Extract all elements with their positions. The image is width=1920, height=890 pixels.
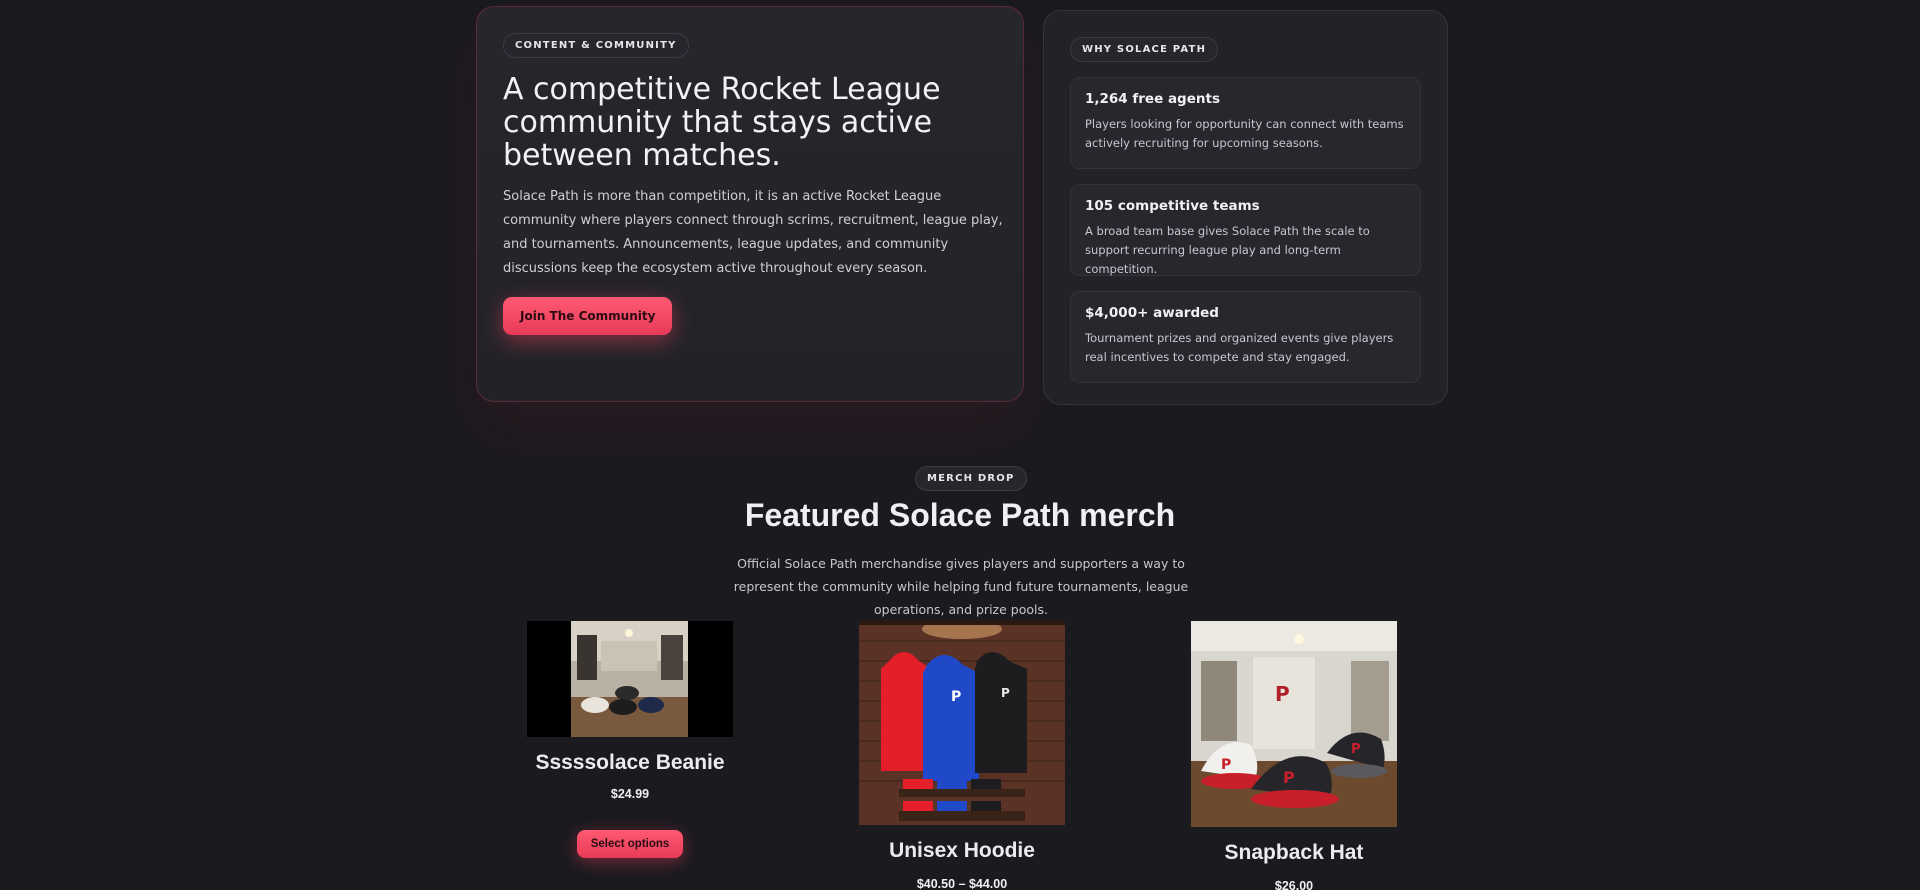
svg-text:P: P: [951, 689, 961, 705]
stat-title: $4,000+ awarded: [1085, 305, 1219, 321]
stat-awarded: $4,000+ awarded Tournament prizes and or…: [1070, 291, 1421, 383]
product-card-hoodie: P P Unisex Hoodie $40.50 – $44.00: [859, 621, 1065, 890]
content-community-badge: CONTENT & COMMUNITY: [503, 33, 689, 58]
svg-text:P: P: [1283, 768, 1295, 787]
svg-text:P: P: [1001, 686, 1010, 700]
beanie-image-illustration: [527, 621, 733, 737]
hoodie-image-illustration: P P: [859, 621, 1065, 825]
merch-drop-badge: MERCH DROP: [915, 466, 1027, 491]
join-community-button[interactable]: Join The Community: [503, 297, 673, 335]
community-hero-card: CONTENT & COMMUNITY A competitive Rocket…: [476, 6, 1024, 402]
why-solace-path-card: WHY SOLACE PATH 1,264 free agents Player…: [1043, 10, 1448, 405]
why-solace-path-badge: WHY SOLACE PATH: [1070, 37, 1219, 62]
svg-text:P: P: [1275, 682, 1290, 706]
product-name[interactable]: Snapback Hat: [1191, 841, 1397, 865]
stat-text: Tournament prizes and organized events g…: [1085, 331, 1394, 364]
stat-text: A broad team base gives Solace Path the …: [1085, 224, 1370, 276]
product-price: $40.50 – $44.00: [916, 877, 1008, 890]
stat-free-agents: 1,264 free agents Players looking for op…: [1070, 77, 1421, 169]
stat-competitive-teams: 105 competitive teams A broad team base …: [1070, 184, 1421, 276]
hero-title: A competitive Rocket League community th…: [503, 72, 941, 173]
stat-text: Players looking for opportunity can conn…: [1085, 117, 1404, 150]
merch-section-title: Featured Solace Path merch: [744, 497, 1176, 533]
product-price: $24.99: [610, 787, 650, 801]
merch-section-description: Official Solace Path merchandise gives p…: [733, 556, 1189, 617]
select-options-button[interactable]: Select options: [576, 830, 684, 858]
svg-text:P: P: [1221, 757, 1231, 773]
product-name[interactable]: Unisex Hoodie: [859, 839, 1065, 863]
product-card-beanie: Sssssolace Beanie $24.99 Select options: [527, 621, 733, 858]
stat-title: 1,264 free agents: [1085, 91, 1220, 107]
beanie-product-image[interactable]: [527, 621, 733, 737]
svg-text:P: P: [1351, 742, 1361, 757]
stat-title: 105 competitive teams: [1085, 198, 1260, 214]
snapback-product-image[interactable]: P P P P: [1191, 621, 1397, 827]
hero-description: Solace Path is more than competition, it…: [503, 189, 1003, 276]
product-price: $26.00: [1274, 879, 1314, 890]
product-card-snapback: P P P P Snapback Hat $26.00: [1191, 621, 1397, 890]
product-name[interactable]: Sssssolace Beanie: [527, 751, 733, 775]
snapback-image-illustration: P P P P: [1191, 621, 1397, 827]
hoodie-product-image[interactable]: P P: [859, 621, 1065, 825]
